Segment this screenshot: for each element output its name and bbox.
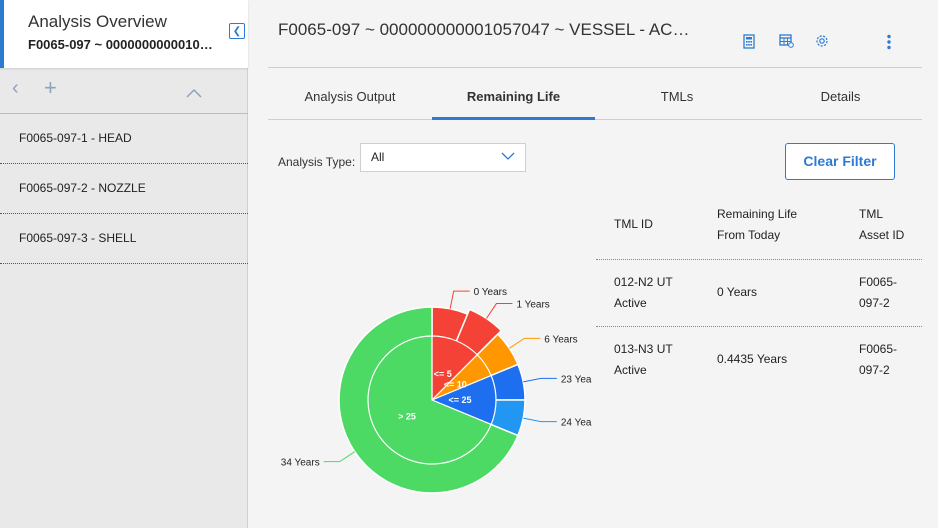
leader-line xyxy=(449,290,470,309)
inner-slice-label: <= 10 xyxy=(444,379,467,389)
cell-asset-id: F0065- 097-2 xyxy=(859,342,898,377)
slice-label: 23 Years xyxy=(561,374,592,385)
cell-asset-id: F0065- 097-2 xyxy=(859,275,898,310)
leader-line xyxy=(323,451,355,463)
list-item-label: F0065-097-2 - NOZZLE xyxy=(19,181,146,195)
inner-slice-label: > 25 xyxy=(398,412,416,422)
tab-tmls[interactable]: TMLs xyxy=(595,82,759,120)
table-settings-icon[interactable] xyxy=(779,34,794,53)
tab-label: Analysis Output xyxy=(304,89,396,104)
left-panel: Analysis Overview F0065-097 ~ 0000000000… xyxy=(0,0,248,528)
tab-remaining-life[interactable]: Remaining Life xyxy=(432,82,595,120)
analysis-type-label: Analysis Type: xyxy=(278,155,356,169)
slice-label: 1 Years xyxy=(516,300,549,311)
collapse-panel-button[interactable]: ❮ xyxy=(229,23,245,39)
more-vertical-icon[interactable] xyxy=(886,34,892,55)
list-item[interactable]: F0065-097-1 - HEAD xyxy=(0,114,248,164)
clear-filter-button[interactable]: Clear Filter xyxy=(785,143,895,180)
tab-label: Remaining Life xyxy=(466,89,561,104)
inner-slice-label: <= 25 xyxy=(448,395,471,405)
tab-details[interactable]: Details xyxy=(759,82,922,120)
slice-label: 6 Years xyxy=(544,334,577,345)
left-toolbar: ‹ + xyxy=(0,68,248,114)
list-item[interactable]: F0065-097-3 - SHELL xyxy=(0,214,248,264)
chevron-down-icon xyxy=(501,149,515,163)
back-icon[interactable]: ‹ xyxy=(12,78,19,98)
gear-icon[interactable] xyxy=(815,34,829,53)
analysis-type-select[interactable]: All xyxy=(360,143,526,172)
leader-line xyxy=(509,337,541,349)
page-title: F0065-097 ~ 000000000001057047 ~ VESSEL … xyxy=(278,20,698,39)
slice-label: 0 Years xyxy=(474,287,507,298)
left-panel-header: Analysis Overview F0065-097 ~ 0000000000… xyxy=(0,0,248,68)
tab-label: Details xyxy=(820,89,861,104)
tab-label: TMLs xyxy=(660,89,694,104)
leader-line xyxy=(523,417,557,423)
list-item-label: F0065-097-1 - HEAD xyxy=(19,131,132,145)
chevron-up-icon[interactable] xyxy=(186,82,202,102)
calculator-icon[interactable] xyxy=(743,34,755,54)
leader-line xyxy=(486,303,513,319)
remaining-life-pie-chart: 0 Years 1 Years 6 Years 23 Years 24 Years 34 … xyxy=(281,287,592,494)
col-header-tml-id[interactable]: TML ID xyxy=(614,214,653,235)
list-item-label: F0065-097-3 - SHELL xyxy=(19,231,137,245)
cell-remaining-life: 0.4435 Years xyxy=(717,352,788,366)
panel-subtitle: F0065-097 ~ 000000000001057047 ~ VESSEL … xyxy=(28,37,218,52)
tab-bar: Analysis Output Remaining Life TMLs Deta… xyxy=(268,82,922,120)
slice-label: 34 Years xyxy=(281,458,320,469)
analysis-type-value: All xyxy=(371,150,385,164)
tab-analysis-output[interactable]: Analysis Output xyxy=(268,82,432,120)
right-panel: F0065-097 ~ 000000000001057047 ~ VESSEL … xyxy=(268,0,938,528)
inner-slice-label: <= 5 xyxy=(434,369,452,379)
cell-tml-id: 012-N2 UT Active xyxy=(614,275,673,310)
slice-label: 24 Years xyxy=(561,418,592,429)
cell-tml-id: 013-N3 UT Active xyxy=(614,342,673,377)
table-row[interactable]: 012-N2 UT Active 0 Years F0065- 097-2 xyxy=(596,259,922,326)
list-item[interactable]: F0065-097-2 - NOZZLE xyxy=(0,164,248,214)
chevron-left-icon: ❮ xyxy=(232,25,242,37)
panel-title: Analysis Overview xyxy=(28,12,167,31)
header-divider xyxy=(268,67,922,68)
table-row[interactable]: 013-N3 UT Active 0.4435 Years F0065- 097-2 xyxy=(596,326,922,393)
cell-remaining-life: 0 Years xyxy=(717,285,758,299)
col-header-asset-id[interactable]: TML Asset ID xyxy=(859,204,904,246)
add-icon[interactable]: + xyxy=(44,77,57,99)
col-header-remaining-life[interactable]: Remaining Life From Today xyxy=(717,204,797,246)
leader-line xyxy=(523,377,557,383)
